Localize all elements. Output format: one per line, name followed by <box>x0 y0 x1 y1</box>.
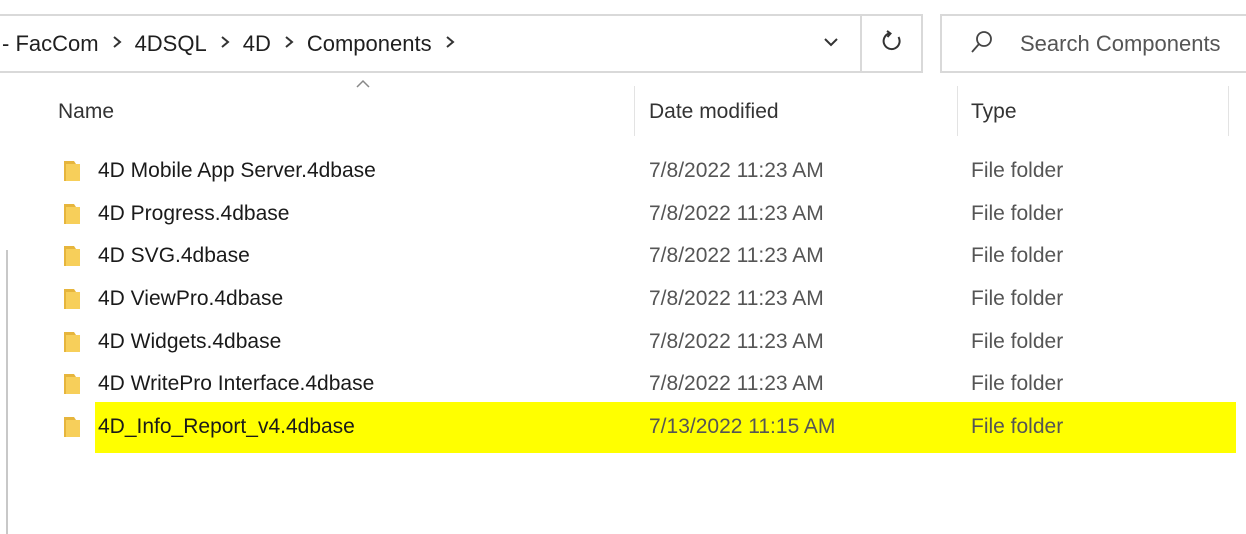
folder-icon <box>62 159 82 188</box>
address-bar[interactable]: - FacCom 4DSQL 4D Components <box>0 14 923 73</box>
folder-icon <box>62 330 82 359</box>
column-header-date-modified[interactable]: Date modified <box>649 86 939 138</box>
column-header-row: Name Date modified Type <box>0 79 1246 138</box>
breadcrumb: - FacCom 4DSQL 4D Components <box>0 16 466 71</box>
file-name: 4D ViewPro.4dbase <box>98 287 284 311</box>
refresh-button[interactable] <box>862 16 921 71</box>
file-name: 4D Mobile App Server.4dbase <box>98 159 376 182</box>
file-type: File folder <box>971 372 1064 396</box>
file-date: 7/8/2022 11:23 AM <box>649 201 824 225</box>
file-row-highlighted[interactable]: 4D_Info_Report_v4.4dbase 7/13/2022 11:15… <box>0 402 1246 454</box>
file-row[interactable]: 4D Progress.4dbase 7/8/2022 11:23 AM Fil… <box>0 193 1246 236</box>
file-name: 4D Progress.4dbase <box>98 201 290 225</box>
column-header-type[interactable]: Type <box>971 86 1221 138</box>
chevron-right-icon[interactable] <box>101 35 133 53</box>
file-date: 7/13/2022 11:15 AM <box>649 415 836 439</box>
folder-icon <box>62 287 82 316</box>
folder-icon <box>62 415 82 444</box>
search-icon <box>970 29 994 60</box>
file-date: 7/8/2022 11:23 AM <box>649 372 824 396</box>
file-name: 4D SVG.4dbase <box>98 244 250 268</box>
breadcrumb-item-4dsql[interactable]: 4DSQL <box>133 31 209 57</box>
address-history-dropdown[interactable] <box>804 16 858 71</box>
file-type: File folder <box>971 159 1064 182</box>
search-box[interactable] <box>940 14 1246 73</box>
file-date: 7/8/2022 11:23 AM <box>649 287 824 311</box>
file-row[interactable]: 4D Widgets.4dbase 7/8/2022 11:23 AM File… <box>0 321 1246 364</box>
file-name: 4D WritePro Interface.4dbase <box>98 372 375 396</box>
file-date: 7/8/2022 11:23 AM <box>649 329 824 353</box>
file-row[interactable]: 4D ViewPro.4dbase 7/8/2022 11:23 AM File… <box>0 278 1246 321</box>
file-type: File folder <box>971 329 1064 353</box>
refresh-icon <box>881 30 903 57</box>
file-name: 4D Widgets.4dbase <box>98 329 282 353</box>
file-type: File folder <box>971 287 1064 311</box>
folder-icon <box>62 372 82 401</box>
file-date: 7/8/2022 11:23 AM <box>649 244 824 268</box>
breadcrumb-item-4d[interactable]: 4D <box>241 31 273 57</box>
file-row[interactable]: 4D WritePro Interface.4dbase 7/8/2022 11… <box>0 363 1246 406</box>
file-type: File folder <box>971 415 1064 439</box>
column-divider[interactable] <box>634 86 635 136</box>
breadcrumb-item-components[interactable]: Components <box>305 31 434 57</box>
file-name: 4D_Info_Report_v4.4dbase <box>98 415 355 439</box>
file-row[interactable]: 4D Mobile App Server.4dbase 7/8/2022 11:… <box>0 150 1246 193</box>
column-divider[interactable] <box>1228 86 1229 136</box>
folder-icon <box>62 202 82 231</box>
column-divider[interactable] <box>957 86 958 136</box>
chevron-down-icon <box>823 35 839 53</box>
chevron-right-icon[interactable] <box>209 35 241 53</box>
folder-icon <box>62 244 82 273</box>
column-header-name[interactable]: Name <box>58 86 618 138</box>
file-date: 7/8/2022 11:23 AM <box>649 159 824 182</box>
file-row[interactable]: 4D SVG.4dbase 7/8/2022 11:23 AM File fol… <box>0 235 1246 278</box>
file-list: 4D Mobile App Server.4dbase 7/8/2022 11:… <box>0 150 1246 454</box>
breadcrumb-item-faccom[interactable]: - FacCom <box>0 31 101 57</box>
chevron-right-icon[interactable] <box>434 35 466 53</box>
file-type: File folder <box>971 201 1064 225</box>
chevron-right-icon[interactable] <box>273 35 305 53</box>
file-type: File folder <box>971 244 1064 268</box>
search-input[interactable] <box>1020 24 1246 64</box>
